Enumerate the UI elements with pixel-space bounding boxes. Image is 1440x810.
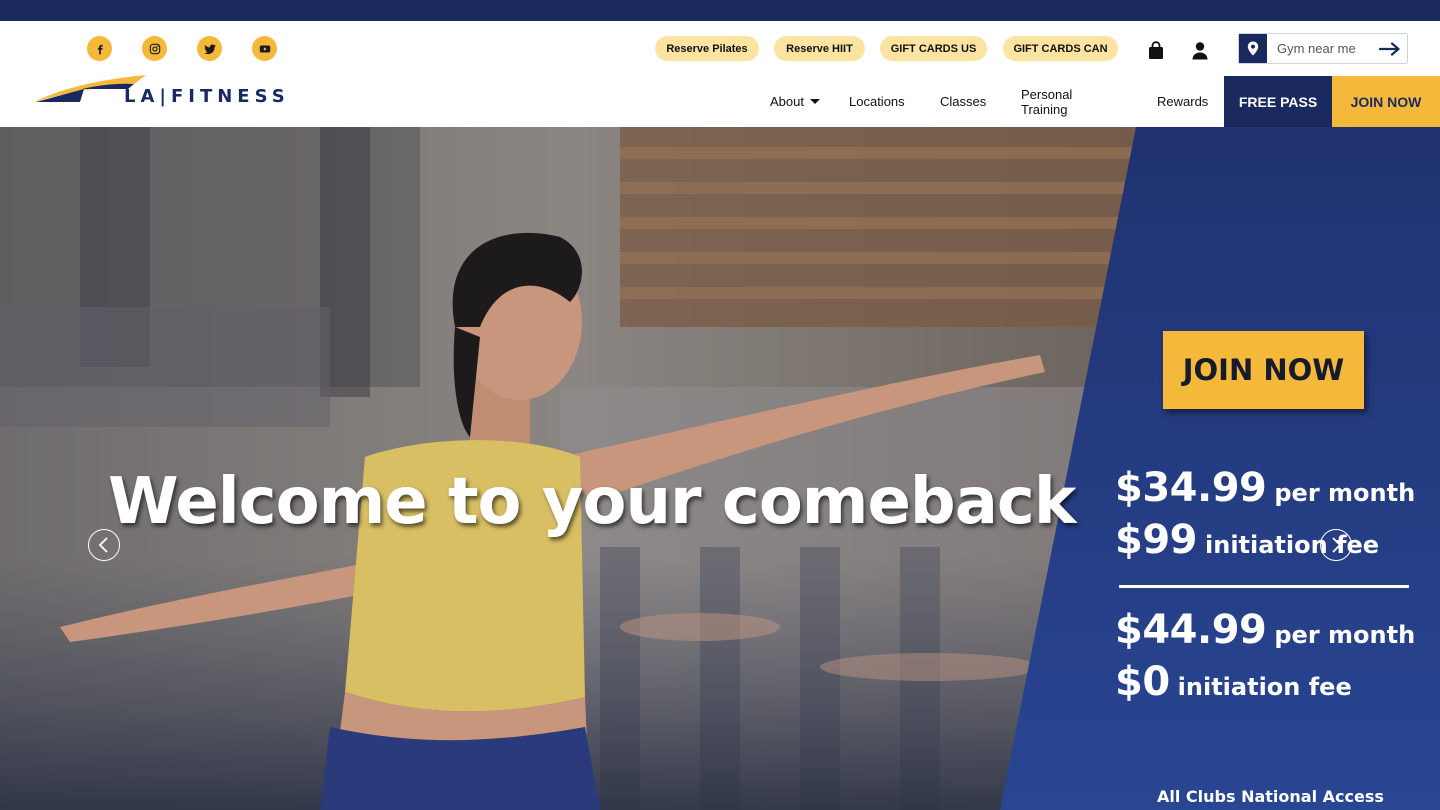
instagram-icon[interactable] <box>142 36 167 61</box>
join-now-nav-button[interactable]: JOIN NOW <box>1332 76 1440 127</box>
top-strip <box>0 0 1440 21</box>
gym-search <box>1238 33 1408 64</box>
logo-wordmark: LA|FITNESS <box>124 86 290 107</box>
twitter-icon[interactable] <box>197 36 222 61</box>
offer-premium: $44.99 per month $0 initiation fee <box>1115 607 1415 711</box>
reserve-pilates-button[interactable]: Reserve Pilates <box>655 36 759 61</box>
la-fitness-logo[interactable]: LA|FITNESS <box>34 75 314 109</box>
user-icon[interactable] <box>1189 39 1211 61</box>
gift-cards-can-button[interactable]: GIFT CARDS CAN <box>1003 36 1118 61</box>
youtube-icon[interactable] <box>252 36 277 61</box>
arrow-right-icon[interactable] <box>1379 41 1405 56</box>
offer-premium-fee-label: initiation fee <box>1177 673 1352 701</box>
offer-premium-period: per month <box>1274 621 1416 649</box>
nav-about-label: About <box>770 94 804 109</box>
reserve-hiit-button[interactable]: Reserve HIIT <box>774 36 865 61</box>
free-pass-button[interactable]: FREE PASS <box>1224 76 1332 127</box>
chevron-down-icon <box>809 99 820 104</box>
nav-about[interactable]: About <box>770 76 820 127</box>
offer-standard-price: $34.99 <box>1115 465 1267 511</box>
nav-locations[interactable]: Locations <box>849 76 905 127</box>
offer-premium-fee: $0 <box>1115 659 1170 705</box>
offer-standard: $34.99 per month $99 initiation fee <box>1115 465 1415 569</box>
offer-premium-price: $44.99 <box>1115 607 1267 653</box>
national-access-text: All Clubs National Access <box>1157 787 1384 806</box>
nav-rewards[interactable]: Rewards <box>1157 76 1208 127</box>
chevron-left-icon <box>98 537 108 553</box>
site-header: Reserve Pilates Reserve HIIT GIFT CARDS … <box>0 21 1440 127</box>
offer-standard-period: per month <box>1274 479 1416 507</box>
carousel-prev-button[interactable] <box>88 529 120 561</box>
gift-cards-us-button[interactable]: GIFT CARDS US <box>880 36 987 61</box>
promo-join-now-button[interactable]: JOIN NOW <box>1163 331 1364 409</box>
facebook-icon[interactable] <box>87 36 112 61</box>
offer-standard-fee-label: initiation fee <box>1205 531 1380 559</box>
social-links <box>87 36 277 61</box>
offer-divider <box>1119 585 1409 588</box>
quick-links: Reserve Pilates Reserve HIIT GIFT CARDS … <box>655 36 1118 61</box>
hero-title: Welcome to your comeback <box>108 465 1076 539</box>
offer-standard-fee: $99 <box>1115 517 1198 563</box>
gym-search-input[interactable] <box>1277 35 1377 62</box>
nav-personal-training[interactable]: Personal Training <box>1021 76 1072 127</box>
location-pin-icon <box>1239 34 1267 63</box>
hero-banner: Welcome to your comeback JOIN NOW $34.99… <box>0 127 1440 810</box>
nav-classes[interactable]: Classes <box>940 76 986 127</box>
shopping-bag-icon[interactable] <box>1145 39 1167 61</box>
